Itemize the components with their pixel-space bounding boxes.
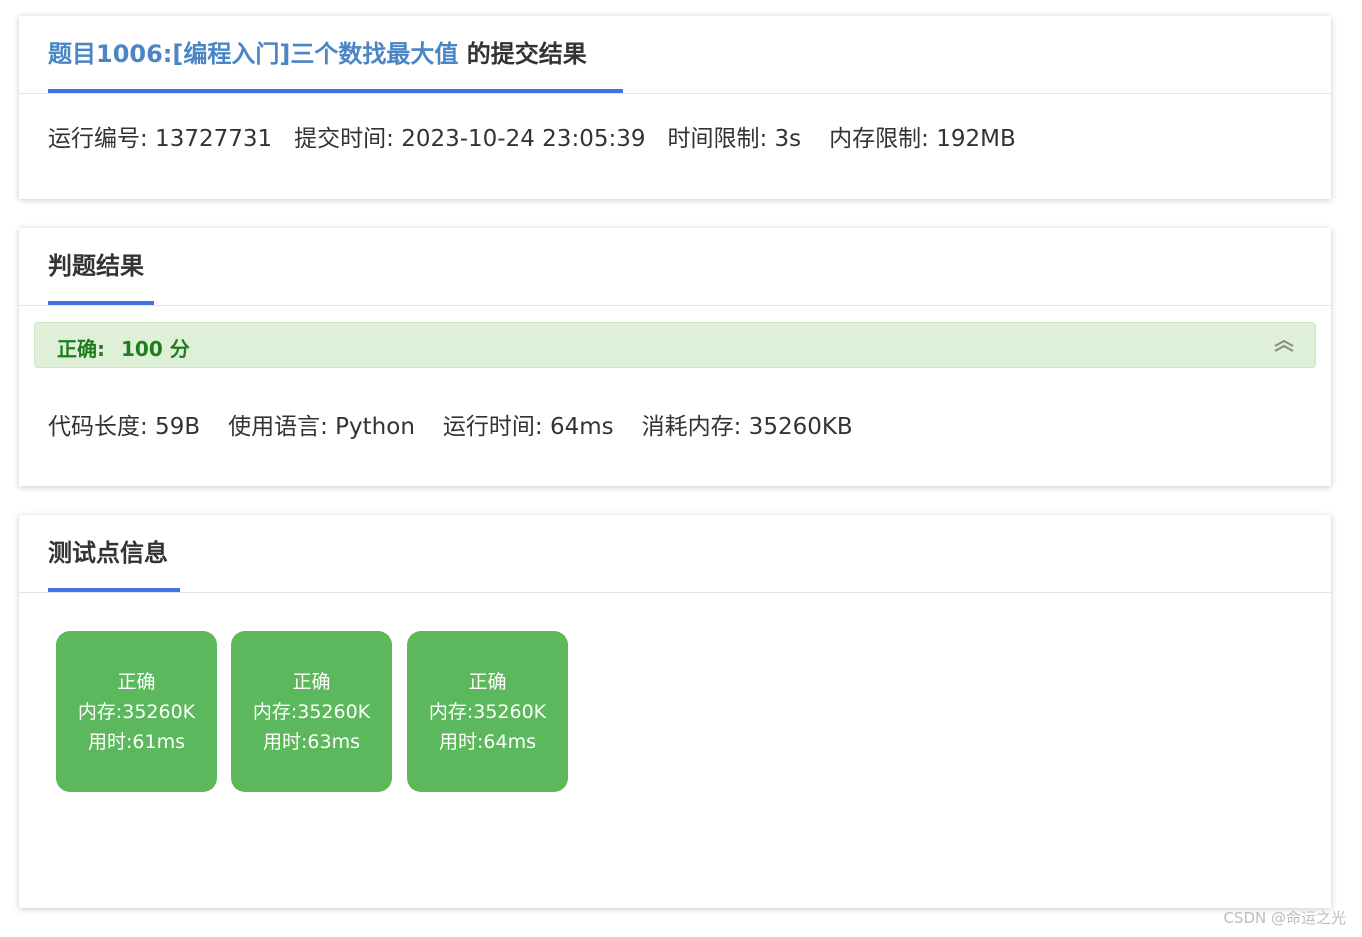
chevron-double-up-icon[interactable] [1273,335,1295,355]
judge-result-header: 判题结果 [19,228,1331,306]
test-status: 正确 [292,670,331,693]
watermark: CSDN @命运之光 [1223,909,1346,927]
submission-card: 题目1006:[编程入门]三个数找最大值 的提交结果 运行编号: 1372773… [19,16,1331,199]
test-point-1[interactable]: 正确 内存:35260K 用时:61ms [56,631,217,792]
test-memory: 内存:35260K [428,700,547,723]
memory-used: 消耗内存: 35260KB [641,414,853,440]
test-status: 正确 [117,670,156,693]
test-memory: 内存:35260K [77,700,196,723]
time-limit: 时间限制: 3s [667,126,802,152]
judge-result-underline [48,301,154,305]
judge-result-heading: 判题结果 [48,252,144,280]
test-time: 用时:63ms [263,730,360,753]
language: 使用语言: Python [228,414,415,440]
judge-meta: 代码长度: 59B 使用语言: Python 运行时间: 64ms 消耗内存: 352… [48,412,875,442]
run-time: 运行时间: 64ms [442,414,614,440]
problem-title-link[interactable]: 题目1006:[编程入门]三个数找最大值 [48,40,458,68]
submit-time: 提交时间: 2023-10-24 23:05:39 [294,126,646,152]
page-title: 题目1006:[编程入门]三个数找最大值 的提交结果 [48,38,587,70]
memory-limit: 内存限制: 192MB [829,126,1016,152]
test-time: 用时:64ms [439,730,536,753]
judge-result-card: 判题结果 正确: 100 分 代码长度: 59B 使用语言: Python 运行时间:… [19,228,1331,486]
status-label: 正确: [57,337,105,361]
score-bar[interactable]: 正确: 100 分 [34,322,1316,368]
test-status: 正确 [468,670,507,693]
submission-meta: 运行编号: 13727731 提交时间: 2023-10-24 23:05:39 时… [48,124,1038,154]
test-points-heading: 测试点信息 [48,539,168,567]
test-points-underline [48,588,180,592]
score-value: 100 分 [121,337,190,361]
run-id: 运行编号: 13727731 [48,126,273,152]
test-points-card: 测试点信息 正确 内存:35260K 用时:61ms 正确 内存:35260K … [19,515,1331,908]
score-text: 正确: 100 分 [57,333,206,362]
test-memory: 内存:35260K [252,700,371,723]
title-underline [48,89,623,93]
test-time: 用时:61ms [88,730,185,753]
title-suffix: 的提交结果 [458,40,587,68]
submission-card-header: 题目1006:[编程入门]三个数找最大值 的提交结果 [19,16,1331,94]
code-length: 代码长度: 59B [48,414,201,440]
test-point-2[interactable]: 正确 内存:35260K 用时:63ms [231,631,392,792]
test-point-3[interactable]: 正确 内存:35260K 用时:64ms [407,631,568,792]
test-points-header: 测试点信息 [19,515,1331,593]
